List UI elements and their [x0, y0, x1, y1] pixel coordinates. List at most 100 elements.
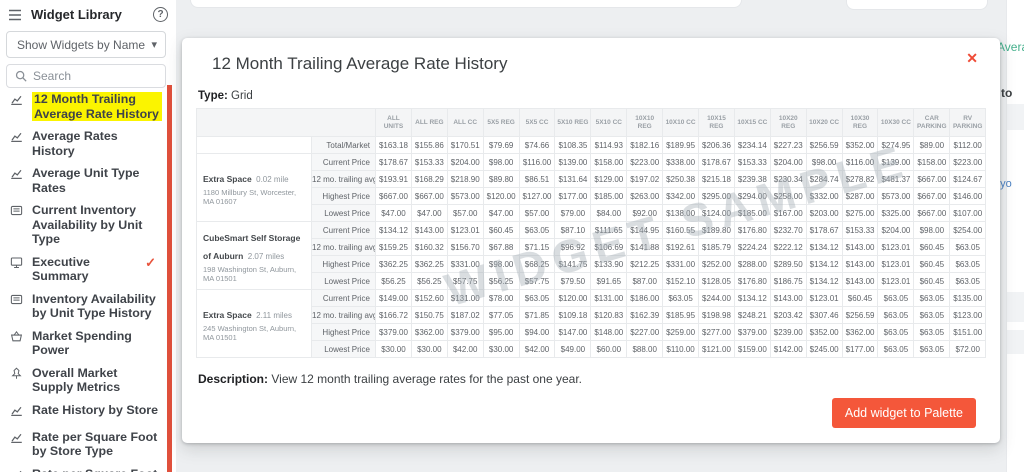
value-cell: $185.00 [590, 187, 628, 205]
search-box[interactable] [6, 64, 166, 88]
search-input[interactable] [33, 69, 143, 83]
table-row: Highest Price $667.00 $667.00 $573.00 $120.0… [197, 187, 987, 205]
sidebar-item[interactable]: Executive Summary ✓ [0, 251, 166, 288]
value-cell: $287.00 [841, 187, 879, 205]
background-text-fragment: Avera [997, 40, 1024, 54]
value-cell: $295.00 [698, 187, 735, 205]
sidebar-item[interactable]: Rate per Square Foot by Store Type [0, 426, 166, 463]
value-cell: $68.25 [518, 255, 556, 273]
value-cell: $92.00 [626, 204, 664, 222]
table-row: 12 mo. trailing avg. $193.91 $168.29 $218.9… [197, 170, 987, 188]
header-row: ALL UNITS ALL REG ALL CC 5X5 REG 5X5 CC 5X10 … [196, 108, 987, 137]
column-header: CAR PARKING [913, 108, 951, 137]
value-cell: $185.95 [662, 306, 700, 324]
value-cell: $139.00 [877, 153, 915, 171]
row-label-cell: 12 mo. trailing avg. [311, 238, 376, 256]
value-cell: $91.65 [590, 272, 628, 290]
value-cell: $42.00 [446, 340, 484, 358]
value-cell: $78.00 [482, 289, 520, 307]
value-cell: $158.00 [590, 153, 628, 171]
sidebar-item-label: Rate per Square Foot by Unit Type [32, 467, 162, 472]
row-label-cell: 12 mo. trailing avg. [311, 170, 376, 188]
value-cell: $110.00 [662, 340, 700, 358]
table-row: CubeSmart Self Storage of Auburn 2.07 mi… [196, 221, 987, 290]
row-label-cell: Current Price [311, 221, 376, 239]
value-cell: $667.00 [410, 187, 448, 205]
background-panel-right [1006, 0, 1024, 472]
value-cell: $143.00 [841, 238, 879, 256]
rates-grid: ALL UNITS ALL REG ALL CC 5X5 REG 5X5 CC 5X10 … [196, 108, 987, 358]
value-cell: $63.05 [913, 289, 951, 307]
value-cell: $379.00 [733, 323, 771, 341]
table-row: Total/Market $163.18 $155.86 $170.51 $79.69 $… [196, 136, 987, 154]
sidebar-item[interactable]: Rate per Square Foot by Unit Type [0, 463, 166, 472]
sidebar-scrollbar[interactable] [167, 85, 172, 472]
value-cell: $156.70 [446, 238, 484, 256]
value-cell: $86.51 [518, 170, 556, 188]
sidebar-item[interactable]: Rate History by Store [0, 399, 166, 426]
sidebar-item[interactable]: Average Rates History [0, 125, 166, 162]
store-distance: 2.11 miles [256, 311, 292, 320]
widget-list: 12 Month Trailing Average Rate History Av… [0, 88, 166, 472]
inventory-icon [10, 204, 24, 222]
row-label-cell: Highest Price [311, 255, 376, 273]
value-cell: $187.02 [446, 306, 484, 324]
help-icon[interactable]: ? [153, 7, 168, 22]
value-cell: $56.25 [410, 272, 448, 290]
value-cell: $63.05 [518, 289, 556, 307]
close-icon[interactable]: ✕ [966, 50, 978, 67]
rates-grid-container: ALL UNITS ALL REG ALL CC 5X5 REG 5X5 CC 5X10 … [196, 108, 987, 358]
description-text: View 12 month trailing average rates for… [271, 372, 582, 386]
value-cell: $244.00 [698, 289, 735, 307]
sidebar-item[interactable]: Inventory Availability by Unit Type Hist… [0, 288, 166, 325]
value-cell: $106.69 [590, 238, 628, 256]
value-cell: $224.24 [733, 238, 771, 256]
value-cell: $162.39 [626, 306, 664, 324]
row-label-cell: Lowest Price [311, 340, 376, 358]
row-label-cell: Highest Price [311, 323, 376, 341]
value-cell: $89.00 [913, 136, 951, 154]
value-cell: $98.00 [482, 255, 520, 273]
value-cell: $667.00 [913, 170, 951, 188]
value-cell: $63.05 [949, 272, 987, 290]
column-header: 10X30 CC [877, 108, 915, 137]
value-cell: $185.00 [733, 204, 771, 222]
sidebar-item[interactable]: Market Spending Power [0, 325, 166, 362]
value-cell: $142.00 [769, 340, 807, 358]
value-cell: $294.00 [733, 187, 771, 205]
sidebar-item[interactable]: Current Inventory Availability by Unit T… [0, 199, 166, 251]
value-cell: $116.00 [518, 153, 556, 171]
value-cell: $30.00 [482, 340, 520, 358]
sidebar-item[interactable]: Average Unit Type Rates [0, 162, 166, 199]
background-row-band [1007, 104, 1024, 130]
add-widget-to-palette-button[interactable]: Add widget to Palette [831, 398, 976, 428]
sidebar-item-label: Overall Market Supply Metrics [32, 365, 121, 395]
value-cell: $178.67 [698, 153, 735, 171]
value-cell: $123.01 [877, 238, 915, 256]
value-cell: $71.15 [518, 238, 556, 256]
value-cell: $139.00 [554, 153, 592, 171]
table-row: 12 mo. trailing avg. $159.25 $160.32 $156.7… [197, 238, 987, 256]
table-row: Extra Space 2.11 miles 245 Washington St,… [196, 289, 987, 358]
widget-library-sidebar: Widget Library ? Show Widgets by Name ▾ … [0, 0, 176, 472]
value-cell: $112.00 [949, 136, 987, 154]
value-cell: $87.00 [626, 272, 664, 290]
sidebar-item[interactable]: Overall Market Supply Metrics [0, 362, 166, 399]
value-cell: $259.00 [662, 323, 700, 341]
store-address: 198 Washington St, Auburn, MA 01501 [203, 265, 297, 283]
value-cell: $56.25 [482, 272, 520, 290]
value-cell: $150.75 [410, 306, 448, 324]
value-cell: $160.55 [662, 221, 700, 239]
background-card-top [190, 0, 742, 8]
sidebar-item[interactable]: 12 Month Trailing Average Rate History [0, 88, 166, 125]
value-cell: $151.00 [949, 323, 987, 341]
value-cell: $153.33 [733, 153, 771, 171]
store-name: Extra Space [203, 174, 252, 184]
menu-icon[interactable] [8, 9, 22, 21]
value-cell: $153.33 [841, 221, 879, 239]
show-widgets-dropdown[interactable]: Show Widgets by Name ▾ [6, 31, 166, 58]
value-cell: $245.00 [805, 340, 843, 358]
value-cell: $667.00 [913, 187, 951, 205]
value-cell: $129.00 [590, 170, 628, 188]
row-label-cell: Lowest Price [311, 272, 376, 290]
